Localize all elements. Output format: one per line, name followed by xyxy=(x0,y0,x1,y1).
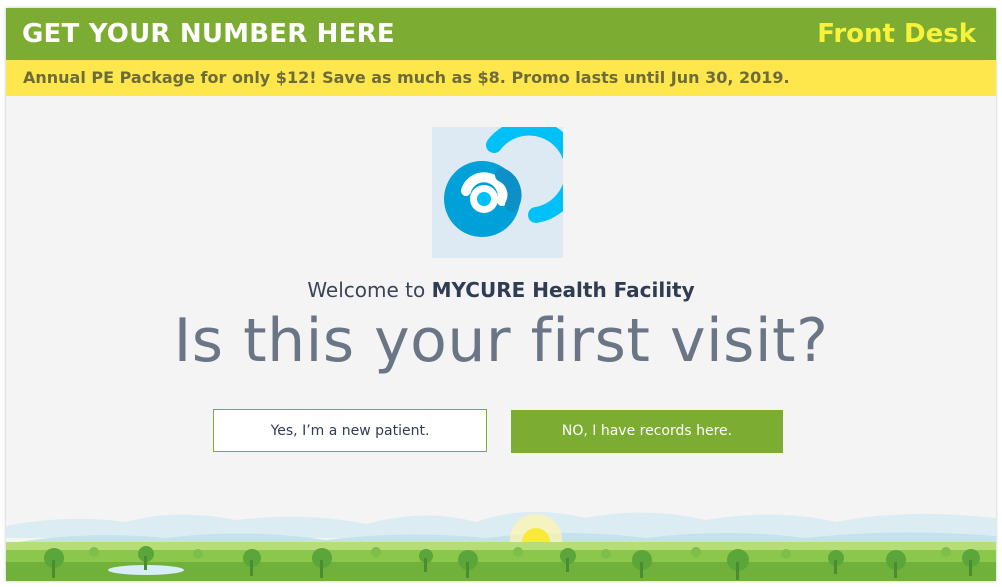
promo-banner: Annual PE Package for only $12! Save as … xyxy=(6,60,996,96)
first-visit-question: Is this your first visit? xyxy=(173,306,829,376)
header-bar: GET YOUR NUMBER HERE Front Desk xyxy=(6,8,996,60)
kiosk-screen: GET YOUR NUMBER HERE Front Desk Annual P… xyxy=(6,8,996,581)
page-title: GET YOUR NUMBER HERE xyxy=(22,19,395,49)
facility-logo xyxy=(432,119,582,258)
facility-name: MYCURE Health Facility xyxy=(431,278,695,302)
landscape-illustration xyxy=(6,511,996,581)
existing-records-button[interactable]: NO, I have records here. xyxy=(511,410,783,453)
welcome-message: Welcome to MYCURE Health Facility xyxy=(6,278,996,302)
mycure-logo-icon xyxy=(444,119,582,237)
station-name: Front Desk xyxy=(817,19,976,49)
welcome-prefix: Welcome to xyxy=(307,278,432,302)
promo-text: Annual PE Package for only $12! Save as … xyxy=(23,68,790,87)
new-patient-button[interactable]: Yes, I’m a new patient. xyxy=(213,409,487,452)
